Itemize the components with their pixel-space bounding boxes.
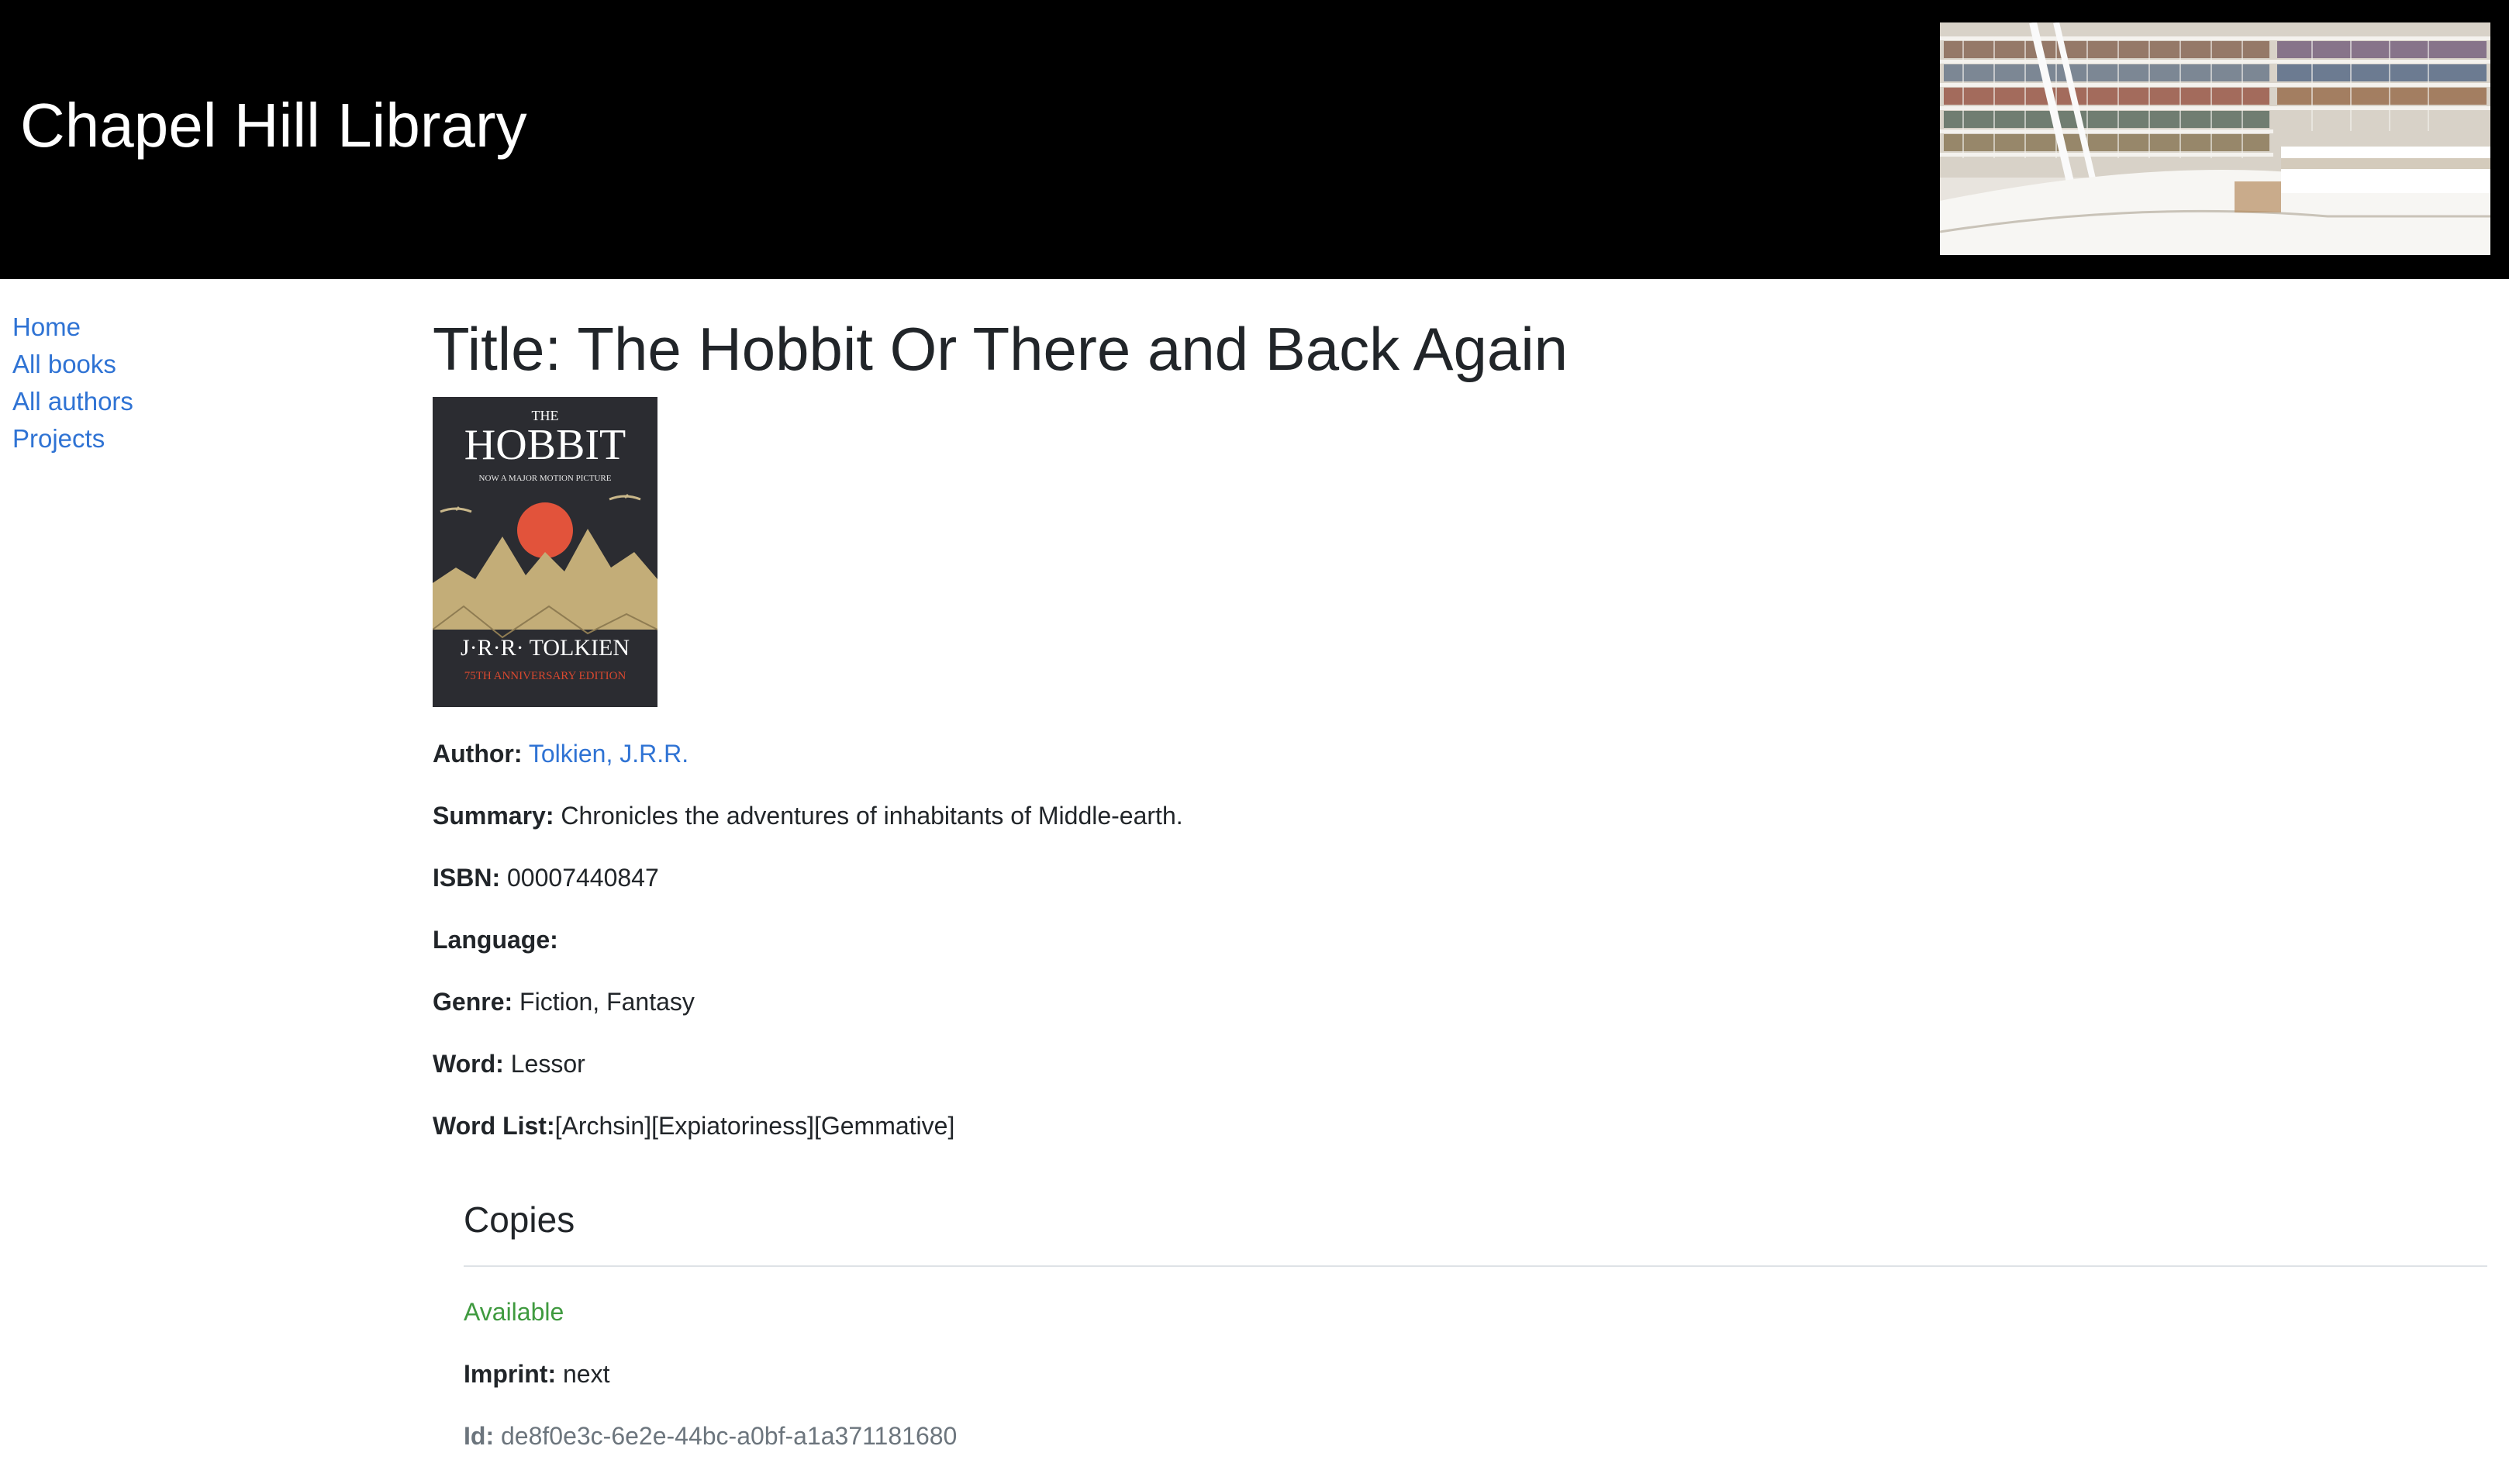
book-title: Title: The Hobbit Or There and Back Agai… — [433, 315, 1569, 383]
copy-id-row: Id: de8f0e3c-6e2e-44bc-a0bf-a1a371181680 — [464, 1420, 2487, 1451]
language-label: Language: — [433, 926, 558, 954]
word-list-label: Word List: — [433, 1112, 555, 1140]
summary-row: Summary: Chronicles the adventures of in… — [433, 800, 2487, 831]
imprint-value: next — [562, 1360, 610, 1388]
genre-row: Genre: Fiction, Fantasy — [433, 986, 2487, 1017]
imprint-row: Imprint: next — [464, 1358, 2487, 1389]
copy-id-label: Id: — [464, 1422, 495, 1450]
word-value: Lessor — [510, 1050, 585, 1078]
cover-author: J·R·R· TOLKIEN — [461, 635, 630, 661]
copies-heading: Copies — [464, 1192, 2487, 1267]
isbn-label: ISBN: — [433, 864, 501, 892]
copy-status: Available — [464, 1298, 564, 1326]
cover-title: HOBBIT — [464, 421, 626, 469]
isbn-row: ISBN: 00007440847 — [433, 862, 2487, 893]
cover-subtitle: NOW A MAJOR MOTION PICTURE — [479, 474, 612, 483]
cover-edition: 75TH ANNIVERSARY EDITION — [464, 670, 626, 682]
word-row: Word: Lessor — [433, 1048, 2487, 1079]
imprint-label: Imprint: — [464, 1360, 557, 1388]
summary-value: Chronicles the adventures of inhabitants… — [561, 802, 1183, 830]
copy-id-value: de8f0e3c-6e2e-44bc-a0bf-a1a371181680 — [500, 1422, 958, 1450]
nav-link-home[interactable]: Home — [12, 309, 338, 346]
language-row: Language: — [433, 924, 2487, 955]
author-label: Author: — [433, 740, 523, 768]
book-detail: Title: The Hobbit Or There and Back Agai… — [433, 310, 2487, 1451]
isbn-value: 00007440847 — [507, 864, 659, 892]
genre-value: Fiction, Fantasy — [519, 988, 695, 1016]
nav-link-projects[interactable]: Projects — [12, 420, 338, 457]
copies-section: Copies Available Imprint: next Id: de8f0… — [464, 1192, 2487, 1451]
site-header: Chapel Hill Library — [0, 0, 2509, 279]
genre-label: Genre: — [433, 988, 513, 1016]
nav-link-all-books[interactable]: All books — [12, 346, 338, 383]
summary-label: Summary: — [433, 802, 554, 830]
word-list-row: Word List:[Archsin][Expiatoriness][Gemma… — [433, 1110, 2487, 1141]
book-cover-image: THE HOBBIT NOW A MAJOR MOTION PICTURE J·… — [433, 397, 657, 707]
sidebar-nav: Home All books All authors Projects — [12, 309, 338, 457]
site-title: Chapel Hill Library — [20, 91, 527, 160]
nav-link-all-authors[interactable]: All authors — [12, 383, 338, 420]
author-row: Author: Tolkien, J.R.R. — [433, 738, 2487, 769]
library-banner-image — [1940, 22, 2490, 255]
author-link[interactable]: Tolkien, J.R.R. — [529, 740, 689, 768]
word-label: Word: — [433, 1050, 504, 1078]
word-list-value: [Archsin][Expiatoriness][Gemmative] — [554, 1112, 955, 1140]
